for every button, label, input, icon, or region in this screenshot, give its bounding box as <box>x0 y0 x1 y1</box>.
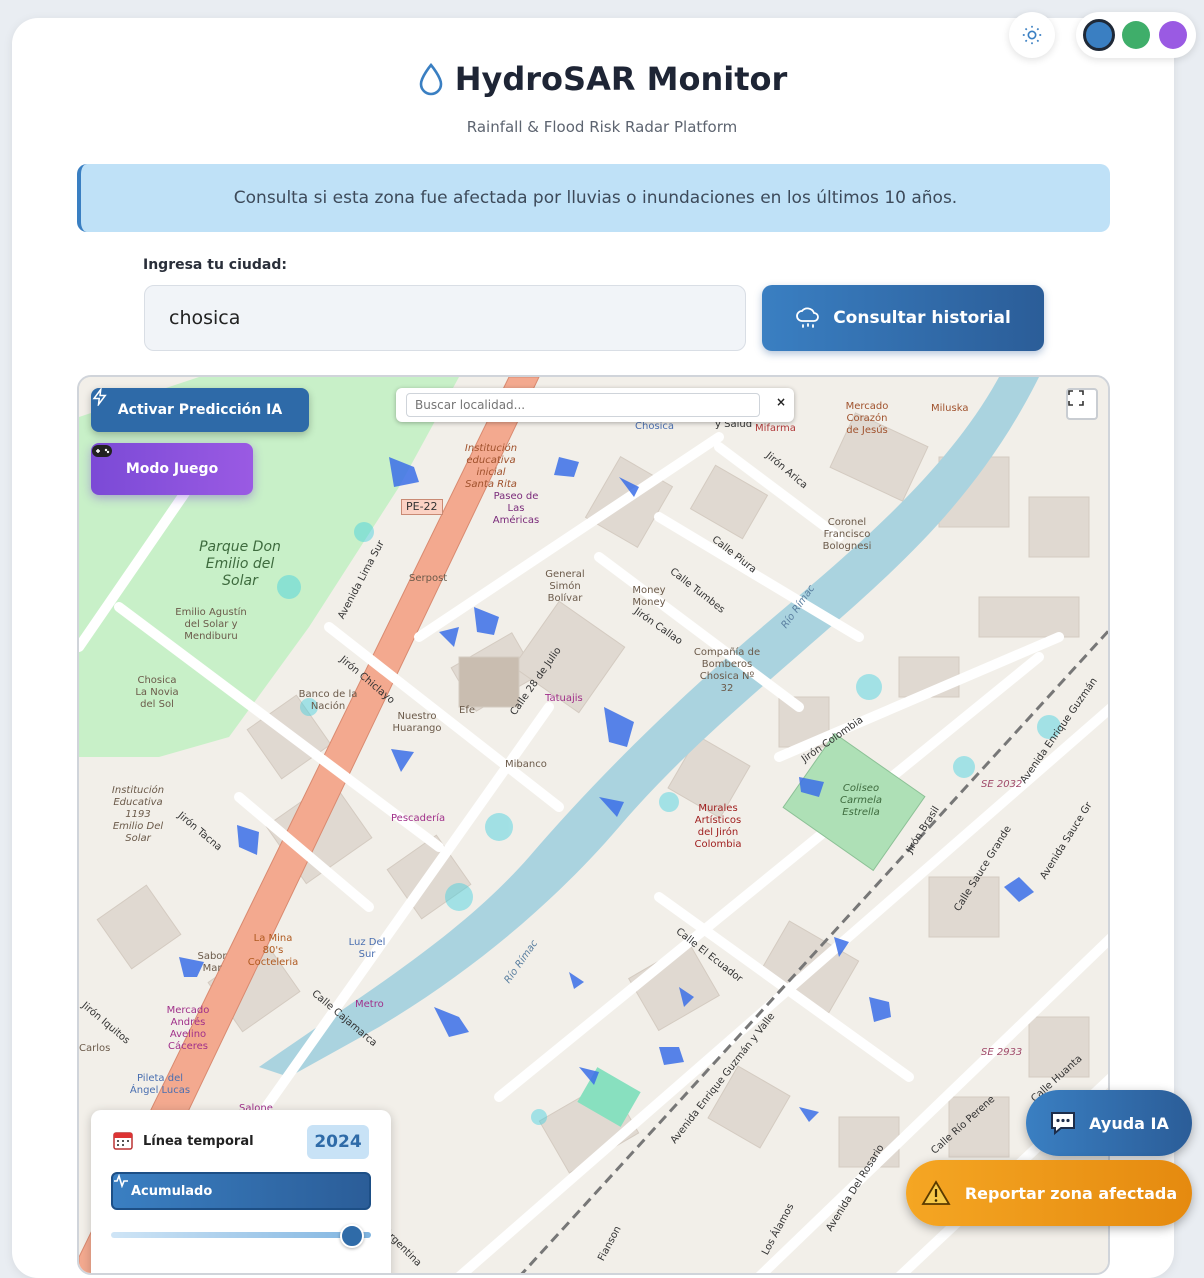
calendar-icon <box>113 1132 133 1150</box>
timeline-year: 2024 <box>307 1125 369 1159</box>
poi-label: Chosica La Novia del Sol <box>135 675 179 710</box>
stadium-label: Coliseo Carmela Estrella <box>839 783 883 818</box>
clear-search-button[interactable]: × <box>776 395 786 409</box>
poi-label: Luz Del Sur <box>348 937 386 960</box>
help-button-label: Ayuda IA <box>1089 1113 1169 1133</box>
year-slider-thumb[interactable] <box>340 1224 365 1248</box>
poi-label: Banco de la Nación <box>298 689 358 712</box>
timeline-panel: Línea temporal 2024 Acumulado <box>91 1110 391 1273</box>
poi-label: Nuestro Huarango <box>392 711 442 734</box>
street-label: SE 2933 <box>981 1047 1023 1058</box>
year-slider-track[interactable] <box>111 1232 371 1238</box>
header: HydroSAR Monitor <box>0 60 1204 98</box>
warning-icon <box>921 1180 951 1205</box>
poi-label: Chosica <box>635 421 675 432</box>
activate-ai-prediction-button[interactable]: Activar Predicción IA <box>91 388 309 432</box>
app-subtitle: Rainfall & Flood Risk Radar Platform <box>466 118 738 136</box>
theme-toggle-button[interactable] <box>1009 12 1055 58</box>
accumulated-mode-button[interactable]: Acumulado <box>111 1172 371 1210</box>
poi-label: Carlos <box>79 1043 111 1054</box>
cloud-rain-icon <box>796 307 820 328</box>
road-badge: PE-22 <box>401 499 443 515</box>
poi-label: Metro <box>355 999 384 1010</box>
poi-label: Tatuajis <box>545 693 583 704</box>
chat-icon <box>1051 1112 1076 1136</box>
poi-label: Pescadería <box>391 813 446 824</box>
ai-help-button[interactable]: Ayuda IA <box>1026 1090 1192 1156</box>
app-title: HydroSAR Monitor <box>454 60 788 98</box>
poi-label: La Mina 80's Cocteleria <box>247 933 299 968</box>
lightning-icon <box>92 388 107 406</box>
poi-label: Pileta del Ángel Lucas <box>129 1073 191 1096</box>
report-affected-zone-button[interactable]: Reportar zona afectada <box>906 1160 1192 1226</box>
poi-label: Institución Educativa 1193 Emilio Del So… <box>111 785 165 844</box>
game-button-label: Modo Juego <box>125 461 219 477</box>
poi-label: Efe <box>459 705 475 716</box>
park-label: Parque Don Emilio del Solar <box>199 539 281 589</box>
fullscreen-icon <box>1068 390 1084 406</box>
poi-label: General Simón Bolívar <box>545 569 585 604</box>
consult-button-label: Consultar historial <box>833 308 1011 328</box>
report-button-label: Reportar zona afectada <box>964 1183 1178 1203</box>
city-input[interactable] <box>144 285 746 351</box>
poi-label: Sabor Mar <box>197 951 227 974</box>
poi-label: Murales Artísticos del Jirón Colombia <box>694 803 742 850</box>
poi-label: Serpost <box>409 573 448 584</box>
activity-icon <box>114 1174 128 1188</box>
poi-label: Mifarma <box>755 423 796 434</box>
timeline-title: Línea temporal <box>143 1134 254 1149</box>
water-drop-icon <box>419 62 443 96</box>
flood-map[interactable]: Parque Don Emilio del Solar PE-22 Río Rí… <box>77 375 1110 1275</box>
fullscreen-button[interactable] <box>1066 388 1098 420</box>
poi-label: Mercado Andrés Avelino Cáceres <box>166 1005 210 1052</box>
poi-label: Coronel Francisco Bolognesi <box>822 517 872 552</box>
poi-label: Miluska <box>931 403 969 414</box>
sun-icon <box>1022 25 1042 45</box>
game-mode-button[interactable]: Modo Juego <box>91 443 253 495</box>
swatch-green[interactable] <box>1121 21 1150 49</box>
street-label: SE 2032 <box>981 779 1023 790</box>
info-notice: Consulta si esta zona fue afectada por l… <box>77 164 1110 232</box>
poi-label: Mibanco <box>505 759 547 770</box>
poi-label: Institución educativa inicial Santa Rita <box>464 443 518 490</box>
city-label: Ingresa tu ciudad: <box>143 257 287 273</box>
color-palette <box>1076 12 1196 58</box>
mode-label: Acumulado <box>131 1183 213 1199</box>
poi-label: Money Money <box>632 585 666 608</box>
poi-label: Paseo de Las Américas <box>492 491 540 526</box>
poi-label: Compañía de Bomberos Chosica Nº 32 <box>693 647 761 694</box>
locality-search: × <box>396 388 794 422</box>
poi-label: Emilio Agustín del Solar y Mendiburu <box>175 607 247 642</box>
poi-label: Mercado Corazón de Jesús <box>845 401 889 436</box>
swatch-blue[interactable] <box>1082 19 1115 51</box>
locality-search-input[interactable] <box>406 393 760 417</box>
ai-button-label: Activar Predicción IA <box>117 402 283 418</box>
swatch-purple[interactable] <box>1159 21 1188 49</box>
consult-history-button[interactable]: Consultar historial <box>762 285 1044 351</box>
gamepad-icon <box>92 445 112 457</box>
